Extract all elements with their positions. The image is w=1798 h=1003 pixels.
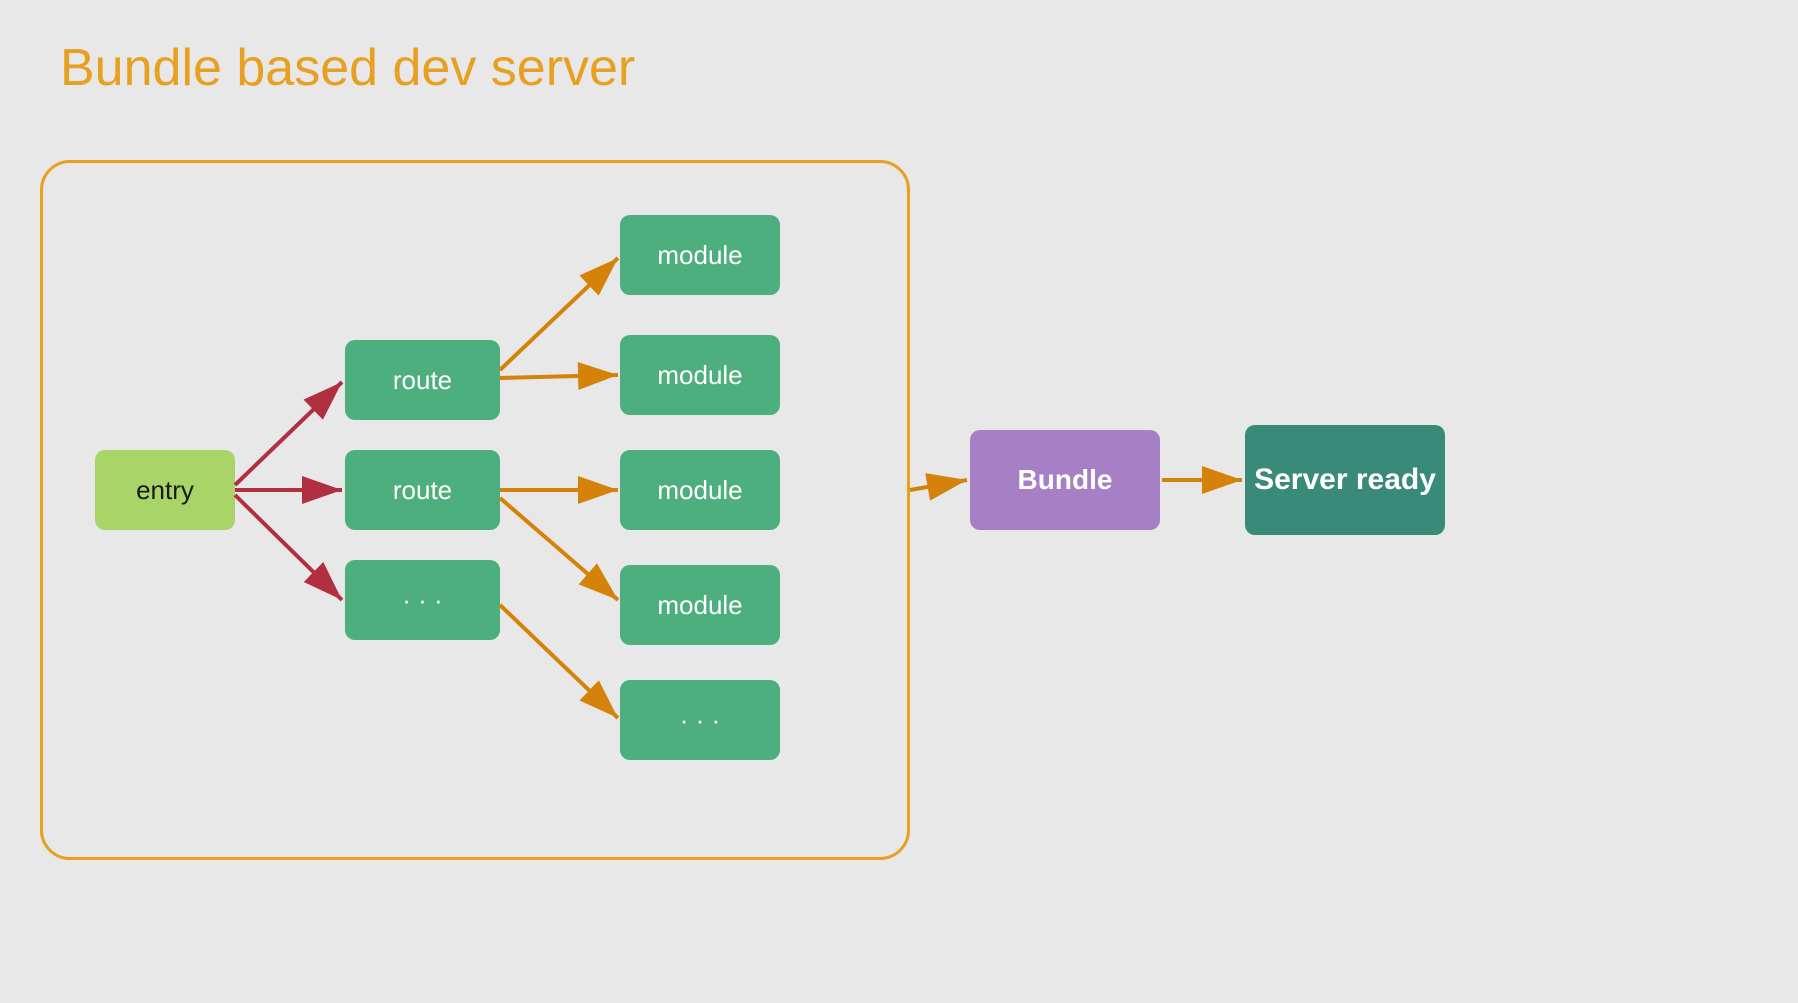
module1-node: module (620, 215, 780, 295)
module4-node: module (620, 565, 780, 645)
route-dots-node: · · · (345, 560, 500, 640)
module2-node: module (620, 335, 780, 415)
server-ready-node: Server ready (1245, 425, 1445, 535)
bundle-node: Bundle (970, 430, 1160, 530)
module-dots-node: · · · (620, 680, 780, 760)
route2-node: route (345, 450, 500, 530)
entry-node: entry (95, 450, 235, 530)
module3-node: module (620, 450, 780, 530)
page-title: Bundle based dev server (60, 38, 635, 98)
route1-node: route (345, 340, 500, 420)
